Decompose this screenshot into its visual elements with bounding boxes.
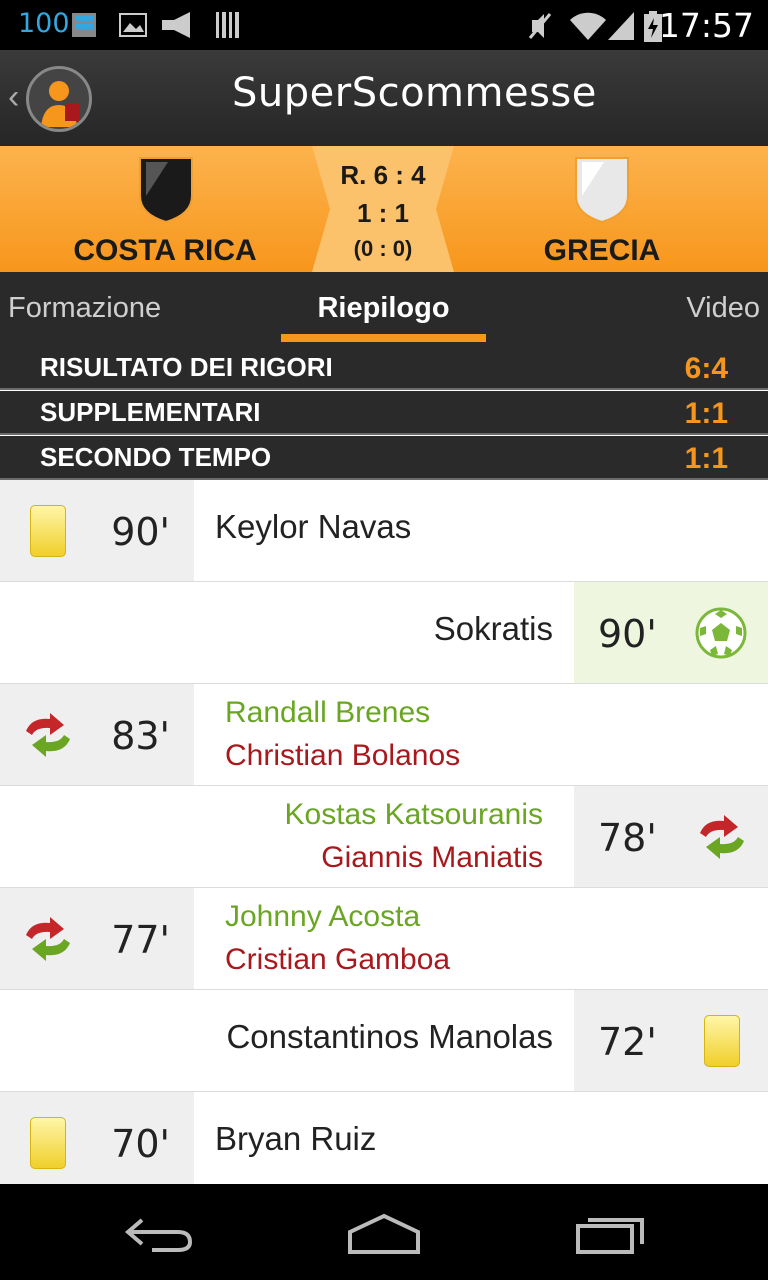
event-row[interactable]: 70' Bryan Ruiz	[0, 1092, 768, 1184]
soccer-ball-icon	[695, 607, 747, 659]
player-name: Constantinos Manolas	[226, 1018, 553, 1055]
penalty-result: R. 6 : 4	[340, 160, 426, 190]
event-row[interactable]: Constantinos Manolas 72'	[0, 990, 768, 1093]
event-marker: 78'	[574, 786, 768, 887]
player-name: Bryan Ruiz	[215, 1120, 377, 1157]
tab-formazione[interactable]: Formazione	[8, 292, 161, 325]
substitution-icon	[26, 713, 70, 757]
event-marker: 90'	[0, 480, 194, 581]
home-icon[interactable]	[346, 1212, 422, 1256]
back-icon[interactable]	[122, 1214, 196, 1254]
match-header: COSTA RICA R. 6 : 4 1 : 1 (0 : 0) GRECIA	[0, 146, 768, 272]
system-nav-bar	[0, 1184, 768, 1280]
summary-row-extra-time: SUPPLEMENTARI 1:1	[0, 391, 768, 435]
tab-riepilogo[interactable]: Riepilogo	[281, 292, 486, 325]
megaphone-icon	[162, 12, 190, 38]
tab-bar: Formazione Riepilogo Video	[0, 272, 768, 618]
mute-icon	[528, 13, 552, 39]
event-minute: 72'	[598, 1020, 657, 1064]
image-icon	[119, 13, 147, 37]
event-row[interactable]: 83' Randall Brenes Christian Bolanos	[0, 684, 768, 787]
event-marker: 90'	[574, 582, 768, 683]
event-row[interactable]: Kostas Katsouranis Giannis Maniatis 78'	[0, 786, 768, 889]
summary-label: RISULTATO DEI RIGORI	[40, 352, 333, 382]
clock: 17:57	[658, 6, 754, 45]
summary-value: 1:1	[684, 442, 728, 475]
event-minute: 70'	[111, 1122, 170, 1166]
halftime-score: (0 : 0)	[353, 236, 413, 261]
final-score: 1 : 1	[356, 198, 410, 228]
summary-row-penalties: RISULTATO DEI RIGORI 6:4	[0, 346, 768, 390]
away-team-shield-icon	[575, 157, 629, 224]
summary-label: SUPPLEMENTARI	[40, 397, 261, 427]
event-row[interactable]: 90' Keylor Navas	[0, 480, 768, 583]
summary-row-second-half: SECONDO TEMPO 1:1	[0, 436, 768, 480]
substitution-icon	[26, 917, 70, 961]
summary-label: SECONDO TEMPO	[40, 442, 272, 472]
yellow-card-icon	[30, 1117, 66, 1169]
event-minute: 83'	[111, 714, 170, 758]
event-marker: 77'	[0, 888, 194, 989]
home-team-name: COSTA RICA	[73, 234, 257, 267]
event-minute: 90'	[598, 612, 657, 656]
battery-level-text: 100	[18, 8, 70, 39]
summary-value: 6:4	[684, 352, 728, 385]
away-team-name: GRECIA	[543, 234, 661, 267]
tab-video[interactable]: Video	[686, 292, 760, 325]
player-out-name: Christian Bolanos	[225, 739, 461, 772]
event-minute: 77'	[111, 918, 170, 962]
summary-value: 1:1	[684, 397, 728, 430]
event-minute: 78'	[598, 816, 657, 860]
app-logo: SuperScommesse	[232, 70, 597, 116]
event-row[interactable]: 77' Johnny Acosta Cristian Gamboa	[0, 888, 768, 991]
app-avatar-icon[interactable]	[26, 66, 92, 132]
player-out-name: Giannis Maniatis	[321, 841, 543, 874]
recents-icon[interactable]	[574, 1212, 648, 1256]
player-in-name: Randall Brenes	[225, 696, 431, 729]
player-name: Sokratis	[433, 610, 553, 647]
player-in-name: Kostas Katsouranis	[284, 798, 543, 831]
event-marker: 70'	[0, 1092, 194, 1184]
event-row[interactable]: Sokratis 90'	[0, 582, 768, 685]
substitution-icon	[700, 815, 744, 859]
event-marker: 72'	[574, 990, 768, 1091]
active-tab-indicator	[281, 334, 486, 342]
chevron-left-icon[interactable]: ‹	[8, 78, 19, 117]
signal-icon	[608, 12, 634, 40]
status-bar: 100 17:57	[0, 0, 768, 50]
player-in-name: Johnny Acosta	[225, 900, 421, 933]
home-team-shield-icon	[139, 157, 193, 224]
barcode-icon	[216, 12, 239, 38]
wifi-icon	[570, 12, 606, 40]
player-name: Keylor Navas	[215, 508, 412, 545]
event-marker: 83'	[0, 684, 194, 785]
yellow-card-icon	[704, 1015, 740, 1067]
storage-icon	[72, 13, 96, 37]
app-bar: ‹ SuperScommesse	[0, 50, 768, 146]
yellow-card-icon	[30, 505, 66, 557]
player-out-name: Cristian Gamboa	[225, 943, 451, 976]
event-minute: 90'	[111, 510, 170, 554]
